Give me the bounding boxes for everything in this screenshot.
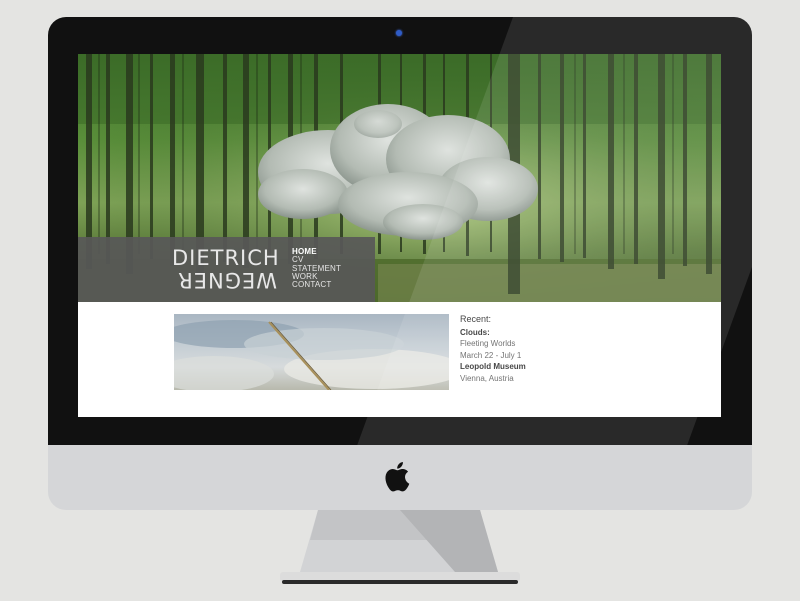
logo-text-bottom-mirrored: WEGNER (177, 268, 277, 292)
nav-item-contact[interactable]: CONTACT (292, 280, 341, 289)
logo-text-top: DIETRICH (172, 246, 280, 270)
recent-location: Vienna, Austria (460, 373, 514, 383)
content-area: Recent: Clouds: Fleeting Worlds March 22… (78, 302, 721, 417)
apple-logo-icon (385, 462, 410, 492)
hero-forest-image: DIETRICH WEGNER HOME CV STATEMENT WORK C… (78, 54, 721, 302)
recent-exhibition-image[interactable] (174, 314, 449, 390)
camera-icon (396, 30, 402, 36)
sky-image (174, 320, 449, 390)
recent-title[interactable]: Clouds: (460, 327, 526, 339)
site-logo[interactable]: DIETRICH WEGNER (172, 246, 280, 292)
recent-venue: Leopold Museum (460, 362, 526, 371)
recent-dates: March 22 - July 1 (460, 350, 522, 360)
recent-info: Recent: Clouds: Fleeting Worlds March 22… (460, 314, 526, 384)
recent-subtitle: Fleeting Worlds (460, 339, 516, 348)
website-screen: DIETRICH WEGNER HOME CV STATEMENT WORK C… (78, 54, 721, 417)
recent-heading: Recent: (460, 314, 492, 324)
brand-panel: DIETRICH WEGNER HOME CV STATEMENT WORK C… (78, 237, 375, 302)
main-nav: HOME CV STATEMENT WORK CONTACT (292, 247, 341, 289)
